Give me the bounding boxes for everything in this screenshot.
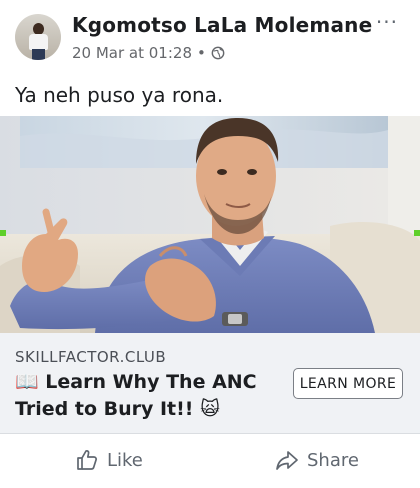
like-label: Like bbox=[107, 449, 143, 471]
thumbs-up-icon bbox=[77, 450, 98, 470]
man-on-sofa-photo bbox=[0, 116, 420, 333]
like-button[interactable]: Like bbox=[75, 444, 143, 476]
avatar-legs bbox=[32, 49, 45, 60]
meta-separator: • bbox=[197, 44, 206, 62]
post-actions-bar: Like Share bbox=[0, 434, 420, 488]
post-header: Kgomotso LaLa Molemane 20 Mar at 01:28 •… bbox=[0, 0, 420, 70]
selection-handle-left[interactable] bbox=[0, 230, 6, 236]
post-timestamp[interactable]: 20 Mar at 01:28 bbox=[72, 44, 192, 62]
link-headline[interactable]: 📖 Learn Why The ANC Tried to Bury It!! 🙀 bbox=[15, 369, 280, 423]
avatar-shirt bbox=[29, 34, 48, 50]
author-avatar[interactable] bbox=[15, 14, 61, 60]
share-button[interactable]: Share bbox=[275, 444, 359, 476]
more-options-button[interactable]: ··· bbox=[376, 10, 398, 34]
link-domain: SKILLFACTOR.CLUB bbox=[15, 348, 167, 366]
link-card[interactable]: SKILLFACTOR.CLUB 📖 Learn Why The ANC Tri… bbox=[0, 333, 420, 433]
link-preview-image[interactable] bbox=[0, 116, 420, 333]
post-text: Ya neh puso ya rona. bbox=[15, 83, 224, 107]
author-name[interactable]: Kgomotso LaLa Molemane bbox=[72, 13, 372, 37]
globe-icon bbox=[211, 46, 225, 60]
learn-more-button[interactable]: LEARN MORE bbox=[293, 368, 403, 399]
share-label: Share bbox=[307, 449, 359, 471]
selection-handle-right[interactable] bbox=[414, 230, 420, 236]
share-arrow-icon bbox=[276, 451, 298, 470]
post-meta: 20 Mar at 01:28 • bbox=[72, 44, 225, 62]
